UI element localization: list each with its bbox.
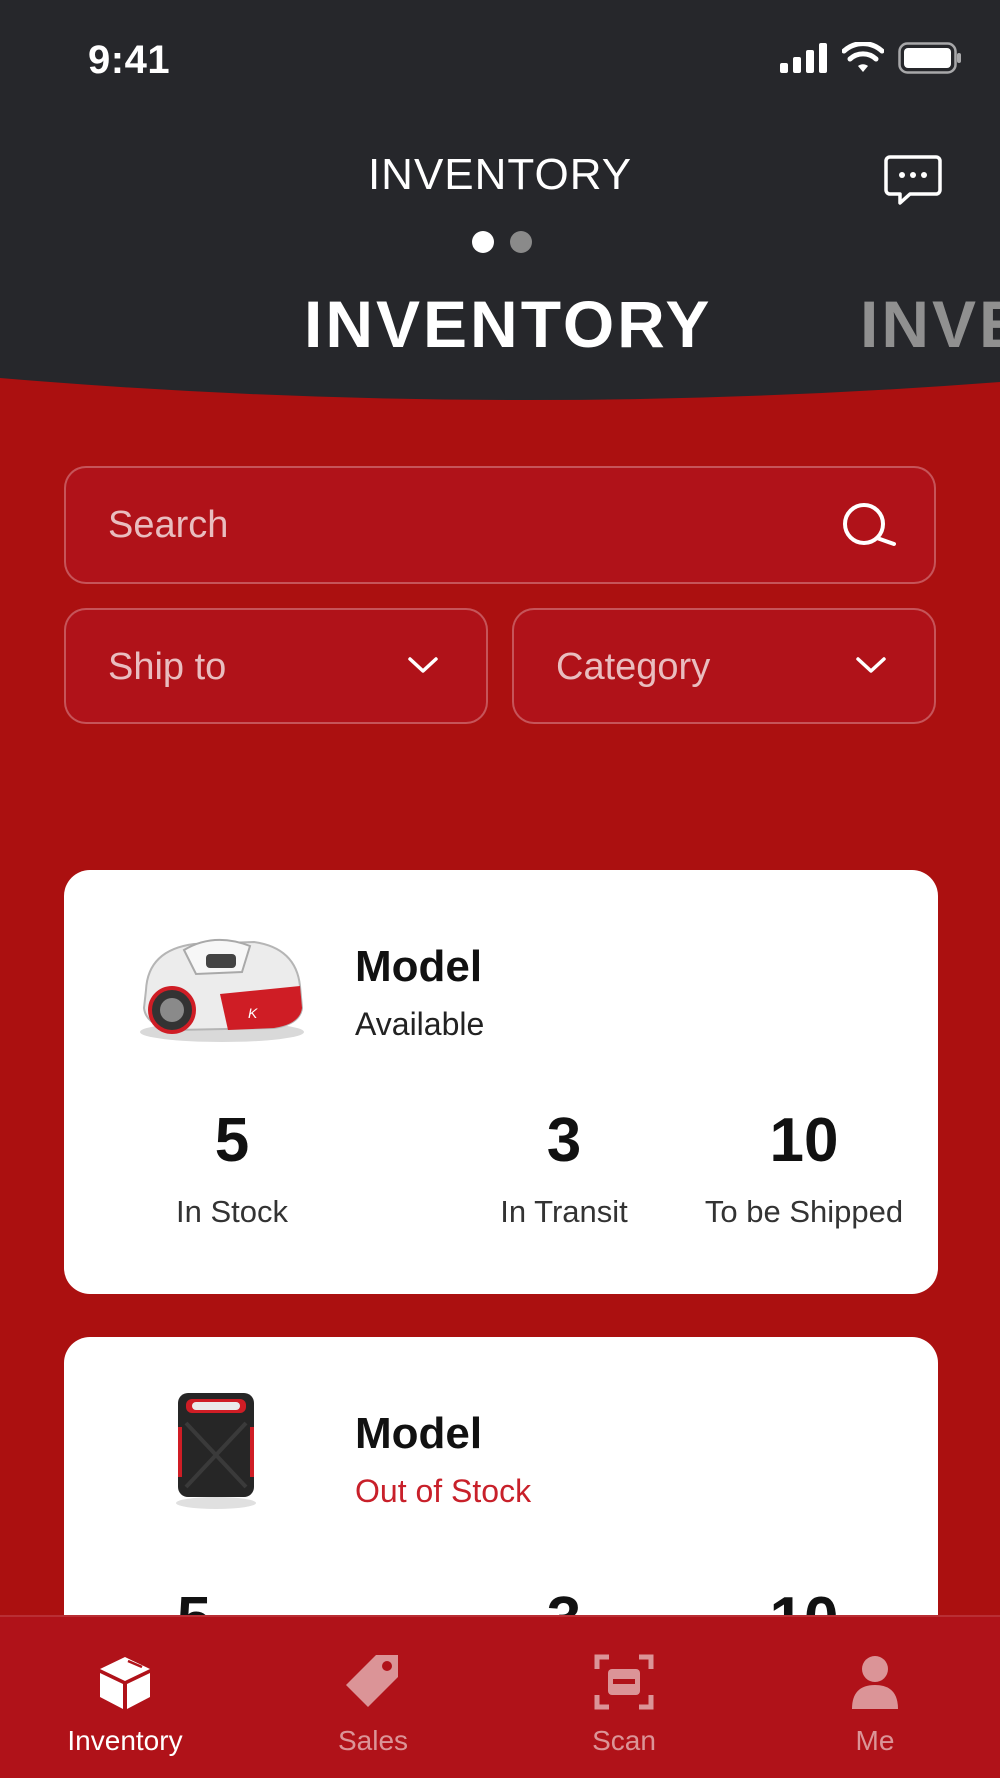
nav-title: INVENTORY [367,150,633,199]
tab-label: Inventory [67,1725,183,1756]
stat-in-transit: 3 In Transit [444,1110,684,1230]
chevron-down-icon [856,657,886,673]
wifi-icon [842,42,884,72]
scan-icon [594,1654,654,1710]
tab-sales[interactable]: Sales [283,1651,463,1757]
chat-bubble-icon [884,155,942,205]
page-indicator[interactable] [472,231,532,253]
user-icon [852,1656,898,1709]
tab-bar: Inventory Sales Scan Me [0,1615,1000,1778]
product-status: Out of Stock [355,1473,532,1509]
status-time: 9:41 [88,38,171,82]
stat-value: 5 [214,1106,250,1175]
product-card[interactable]: K Model Available 5 In Stock 3 In Transi… [64,870,938,1294]
ship-to-dropdown[interactable]: Ship to [64,608,488,724]
category-dropdown[interactable]: Category [512,608,936,724]
chat-button[interactable] [884,154,942,206]
battery-icon [898,42,961,74]
svg-text:K: K [248,1005,258,1021]
box-icon [100,1657,150,1709]
product-status: Available [355,1006,485,1042]
page-title: INVENTORY [304,287,713,361]
stat-label: In Transit [500,1194,628,1229]
chevron-down-icon [408,657,438,673]
stat-label: In Stock [176,1194,288,1229]
charging-station-image [176,1393,256,1509]
product-name: Model [355,1409,483,1458]
category-label: Category [556,646,711,688]
signal-icon [780,43,827,73]
search-icon[interactable] [840,500,896,554]
stat-value: 10 [769,1106,839,1175]
page-dot-active[interactable] [472,231,494,253]
tab-label: Me [855,1725,895,1756]
ship-to-label: Ship to [108,646,227,688]
tab-inventory[interactable]: Inventory [35,1651,215,1757]
tag-icon [346,1655,398,1707]
stat-label: To be Shipped [704,1194,904,1229]
product-name: Model [355,942,483,991]
robot-lawn-mower-image: K [140,938,304,1042]
stat-value: 3 [546,1106,582,1175]
stat-in-stock: 5 In Stock [112,1110,352,1230]
tab-label: Scan [592,1725,656,1756]
stat-to-be-shipped: 10 To be Shipped [684,1110,924,1230]
tab-label: Sales [337,1725,409,1756]
page-title-next-peek[interactable]: INVE [860,286,1000,362]
search-input[interactable]: Search [64,466,936,584]
status-icons [780,42,962,74]
search-placeholder: Search [108,504,229,546]
page-dot[interactable] [510,231,532,253]
header: 9:41 INVENTORY INVENTORY INV [0,0,1000,420]
tab-me[interactable]: Me [785,1651,965,1757]
tab-scan[interactable]: Scan [534,1651,714,1757]
